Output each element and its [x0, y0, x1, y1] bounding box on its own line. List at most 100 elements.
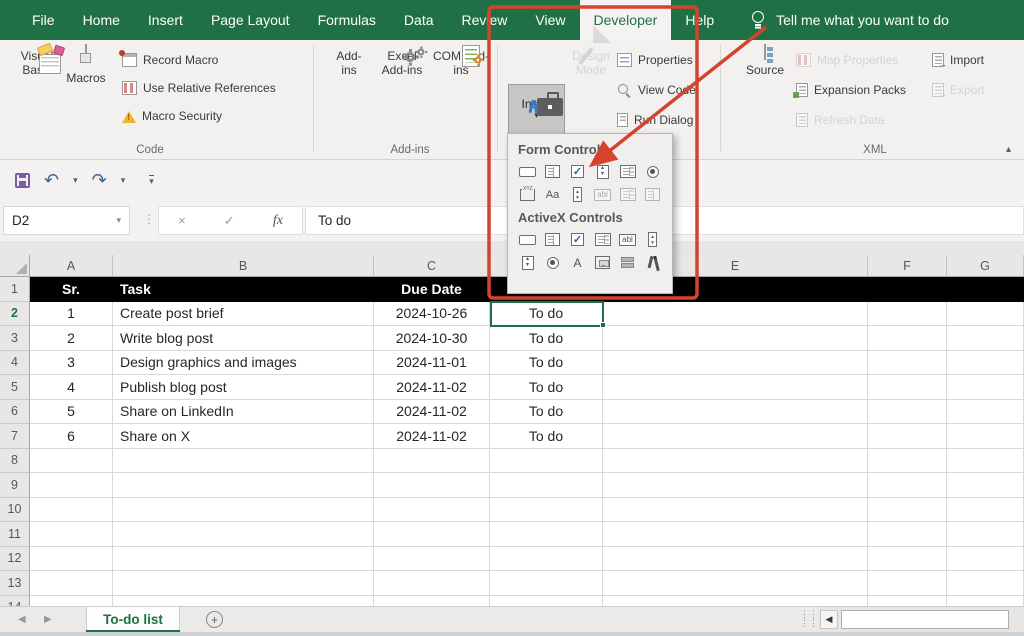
- source-button[interactable]: Source: [740, 45, 790, 78]
- form-control-option-button-icon[interactable]: [640, 161, 665, 183]
- cell-D12[interactable]: [490, 547, 603, 572]
- properties-button[interactable]: Properties: [617, 50, 693, 70]
- cell-E12[interactable]: [603, 547, 868, 572]
- cell-C8[interactable]: [374, 449, 490, 474]
- activex-check-box-icon[interactable]: ✓: [565, 229, 590, 251]
- cell-E5[interactable]: [603, 375, 868, 400]
- cell-D6[interactable]: To do: [490, 400, 603, 425]
- activex-option-button-icon[interactable]: [540, 252, 565, 274]
- cell-D9[interactable]: [490, 473, 603, 498]
- cell-A2[interactable]: 1: [30, 302, 113, 327]
- cell-F3[interactable]: [868, 326, 947, 351]
- form-control-spin-button-icon[interactable]: ▴▾: [590, 161, 615, 183]
- cell-D13[interactable]: [490, 571, 603, 596]
- enter-icon[interactable]: ✓: [224, 213, 235, 229]
- cell-B3[interactable]: Write blog post: [113, 326, 374, 351]
- tab-file[interactable]: File: [18, 0, 69, 40]
- sheet-nav-next-icon[interactable]: ▶: [44, 614, 52, 625]
- activex-combo-box-icon[interactable]: [540, 229, 565, 251]
- row-header-6[interactable]: 6: [0, 400, 30, 425]
- form-control-scroll-bar-icon[interactable]: ▴▾: [565, 184, 590, 206]
- column-header-F[interactable]: F: [868, 255, 947, 277]
- cell-B8[interactable]: [113, 449, 374, 474]
- cell-E6[interactable]: [603, 400, 868, 425]
- cell-C9[interactable]: [374, 473, 490, 498]
- activex-image-icon[interactable]: [590, 252, 615, 274]
- cell-G10[interactable]: [947, 498, 1024, 523]
- cell-F12[interactable]: [868, 547, 947, 572]
- cell-A9[interactable]: [30, 473, 113, 498]
- cell-B4[interactable]: Design graphics and images: [113, 351, 374, 376]
- cell-D5[interactable]: To do: [490, 375, 603, 400]
- cell-E10[interactable]: [603, 498, 868, 523]
- tab-home[interactable]: Home: [69, 0, 134, 40]
- cell-A14[interactable]: [30, 596, 113, 607]
- cell-A5[interactable]: 4: [30, 375, 113, 400]
- row-header-5[interactable]: 5: [0, 375, 30, 400]
- tab-view[interactable]: View: [521, 0, 579, 40]
- cell-F10[interactable]: [868, 498, 947, 523]
- cell-E13[interactable]: [603, 571, 868, 596]
- fill-handle[interactable]: [600, 322, 606, 328]
- row-header-13[interactable]: 13: [0, 571, 30, 596]
- cell-E9[interactable]: [603, 473, 868, 498]
- cell-D11[interactable]: [490, 522, 603, 547]
- cell-A7[interactable]: 6: [30, 424, 113, 449]
- form-control-check-box-icon[interactable]: ✓: [565, 161, 590, 183]
- import-button[interactable]: Import: [932, 50, 984, 70]
- cell-D4[interactable]: To do: [490, 351, 603, 376]
- row-header-11[interactable]: 11: [0, 522, 30, 547]
- cell-E3[interactable]: [603, 326, 868, 351]
- run-dialog-button[interactable]: Run Dialog: [617, 110, 693, 130]
- cell-F2[interactable]: [868, 302, 947, 327]
- cell-F1[interactable]: [868, 277, 947, 302]
- cell-F9[interactable]: [868, 473, 947, 498]
- cell-G1[interactable]: [947, 277, 1024, 302]
- cell-F5[interactable]: [868, 375, 947, 400]
- view-code-button[interactable]: View Code: [617, 80, 696, 100]
- tab-data[interactable]: Data: [390, 0, 448, 40]
- cell-C14[interactable]: [374, 596, 490, 607]
- form-control-button-icon[interactable]: [515, 161, 540, 183]
- excel-add-ins-button[interactable]: Excel Add-ins: [374, 45, 430, 78]
- row-header-1[interactable]: 1: [0, 277, 30, 302]
- name-box-dropdown-icon[interactable]: ▾: [116, 215, 121, 226]
- cell-F14[interactable]: [868, 596, 947, 607]
- cell-C5[interactable]: 2024-11-02: [374, 375, 490, 400]
- cell-E8[interactable]: [603, 449, 868, 474]
- cell-G11[interactable]: [947, 522, 1024, 547]
- scroll-left-icon[interactable]: ◀: [820, 610, 838, 629]
- cell-A6[interactable]: 5: [30, 400, 113, 425]
- cell-B6[interactable]: Share on LinkedIn: [113, 400, 374, 425]
- form-control-label-icon[interactable]: Aa: [540, 184, 565, 206]
- tab-page-layout[interactable]: Page Layout: [197, 0, 304, 40]
- select-all-corner[interactable]: [0, 255, 30, 277]
- cell-B1[interactable]: Task: [113, 277, 374, 302]
- cell-C6[interactable]: 2024-11-02: [374, 400, 490, 425]
- name-box[interactable]: D2 ▾: [3, 206, 130, 235]
- cell-E2[interactable]: [603, 302, 868, 327]
- tab-formulas[interactable]: Formulas: [304, 0, 390, 40]
- row-header-12[interactable]: 12: [0, 547, 30, 572]
- cell-D3[interactable]: To do: [490, 326, 603, 351]
- cell-A1[interactable]: Sr.: [30, 277, 113, 302]
- cell-B10[interactable]: [113, 498, 374, 523]
- cell-C11[interactable]: [374, 522, 490, 547]
- activex-label-icon[interactable]: A: [565, 252, 590, 274]
- cell-G13[interactable]: [947, 571, 1024, 596]
- use-relative-references-button[interactable]: Use Relative References: [122, 78, 276, 98]
- add-ins-button[interactable]: Add-ins: [330, 45, 368, 78]
- macro-security-button[interactable]: Macro Security: [122, 106, 222, 126]
- customize-quick-access-icon[interactable]: ▾: [144, 167, 159, 193]
- cell-G2[interactable]: [947, 302, 1024, 327]
- column-header-B[interactable]: B: [113, 255, 374, 277]
- form-control-group-box-icon[interactable]: [515, 184, 540, 206]
- tab-help[interactable]: Help: [671, 0, 728, 40]
- cell-G7[interactable]: [947, 424, 1024, 449]
- activex-spin-button-icon[interactable]: ▴▾: [515, 252, 540, 274]
- cell-C7[interactable]: 2024-11-02: [374, 424, 490, 449]
- cell-C3[interactable]: 2024-10-30: [374, 326, 490, 351]
- cell-C1[interactable]: Due Date: [374, 277, 490, 302]
- com-add-ins-button[interactable]: COM Add-ins: [432, 45, 490, 78]
- row-header-8[interactable]: 8: [0, 449, 30, 474]
